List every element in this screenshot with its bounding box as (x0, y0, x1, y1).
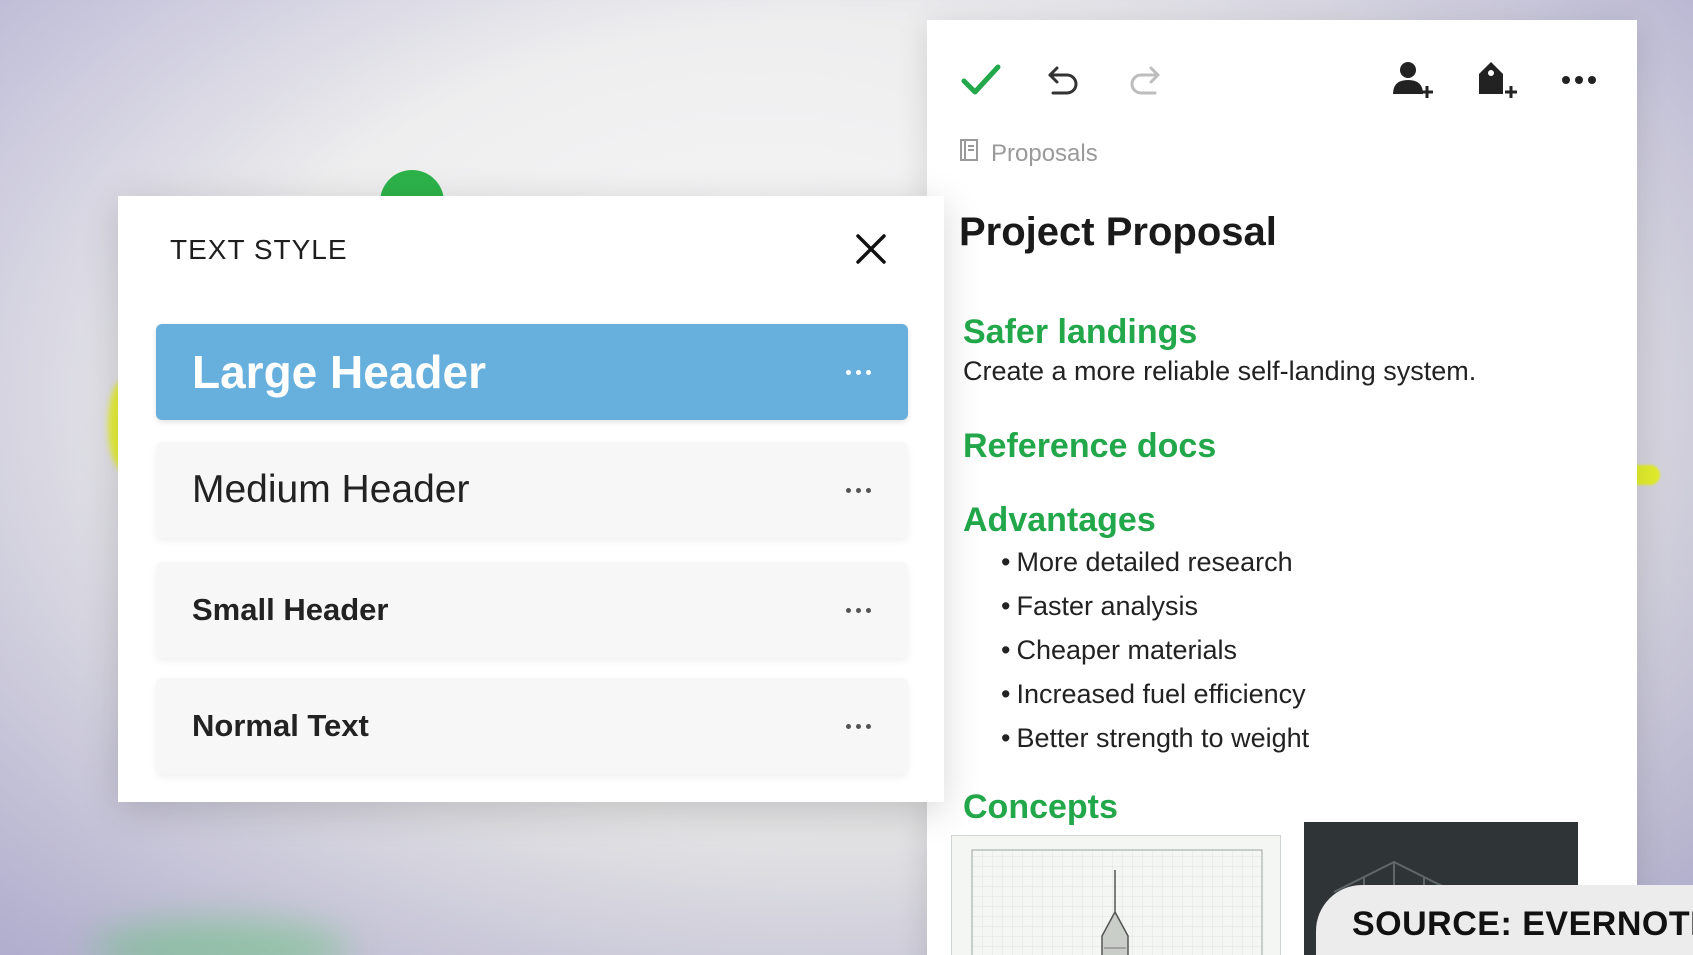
list-item[interactable]: Increased fuel efficiency (1001, 672, 1309, 716)
notebook-name: Proposals (991, 139, 1098, 167)
concept-image-rocket[interactable] (951, 835, 1281, 955)
style-option-label: Medium Header (192, 468, 470, 511)
more-horizontal-icon[interactable] (838, 714, 878, 738)
note-toolbar (927, 20, 1637, 120)
more-horizontal-icon[interactable] (1557, 58, 1601, 102)
style-option-medium-header[interactable]: Medium Header (156, 442, 908, 538)
list-item[interactable]: Cheaper materials (1001, 628, 1309, 672)
more-horizontal-icon[interactable] (838, 478, 878, 502)
text-style-dialog: TEXT STYLE Large Header Medium Header Sm… (118, 196, 944, 802)
list-item[interactable]: Faster analysis (1001, 584, 1309, 628)
more-horizontal-icon[interactable] (838, 598, 878, 622)
add-tag-icon[interactable] (1475, 58, 1519, 102)
more-horizontal-icon[interactable] (838, 360, 878, 384)
section-heading[interactable]: Advantages (963, 501, 1156, 540)
dialog-title: TEXT STYLE (170, 234, 348, 265)
source-label: SOURCE: EVERNOTE (1352, 905, 1693, 943)
section-heading[interactable]: Reference docs (963, 427, 1216, 466)
style-option-small-header[interactable]: Small Header (156, 562, 908, 658)
green-decorative-glow (90, 920, 350, 955)
style-option-label: Large Header (192, 346, 487, 398)
section-text[interactable]: Create a more reliable self-landing syst… (963, 356, 1476, 387)
section-heading[interactable]: Safer landings (963, 313, 1197, 352)
notebook-breadcrumb[interactable]: Proposals (959, 138, 1098, 169)
note-title[interactable]: Project Proposal (959, 210, 1277, 255)
style-option-normal-text[interactable]: Normal Text (156, 678, 908, 774)
style-option-large-header[interactable]: Large Header (156, 324, 908, 420)
undo-icon[interactable] (1041, 58, 1085, 102)
source-badge: SOURCE: EVERNOTE (1316, 885, 1693, 955)
advantages-list: More detailed research Faster analysis C… (1001, 540, 1309, 760)
close-icon[interactable] (848, 226, 894, 272)
notebook-icon (959, 138, 979, 169)
check-icon[interactable] (959, 58, 1003, 102)
style-option-label: Normal Text (192, 708, 369, 743)
redo-icon[interactable] (1123, 58, 1167, 102)
add-person-icon[interactable] (1391, 58, 1435, 102)
section-heading[interactable]: Concepts (963, 788, 1118, 827)
style-option-label: Small Header (192, 592, 389, 627)
list-item[interactable]: More detailed research (1001, 540, 1309, 584)
note-panel: Proposals Project Proposal Safer landing… (927, 20, 1637, 955)
list-item[interactable]: Better strength to weight (1001, 716, 1309, 760)
